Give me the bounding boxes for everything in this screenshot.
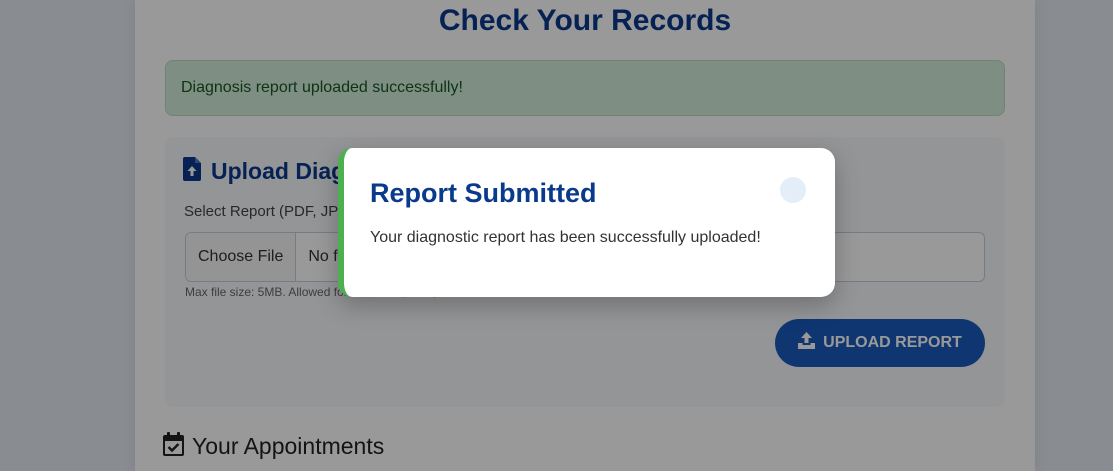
report-submitted-modal: Report Submitted Your diagnostic report … <box>338 148 835 297</box>
modal-title: Report Submitted <box>370 178 597 208</box>
modal-message: Your diagnostic report has been successf… <box>370 229 761 246</box>
close-button[interactable] <box>780 177 806 203</box>
